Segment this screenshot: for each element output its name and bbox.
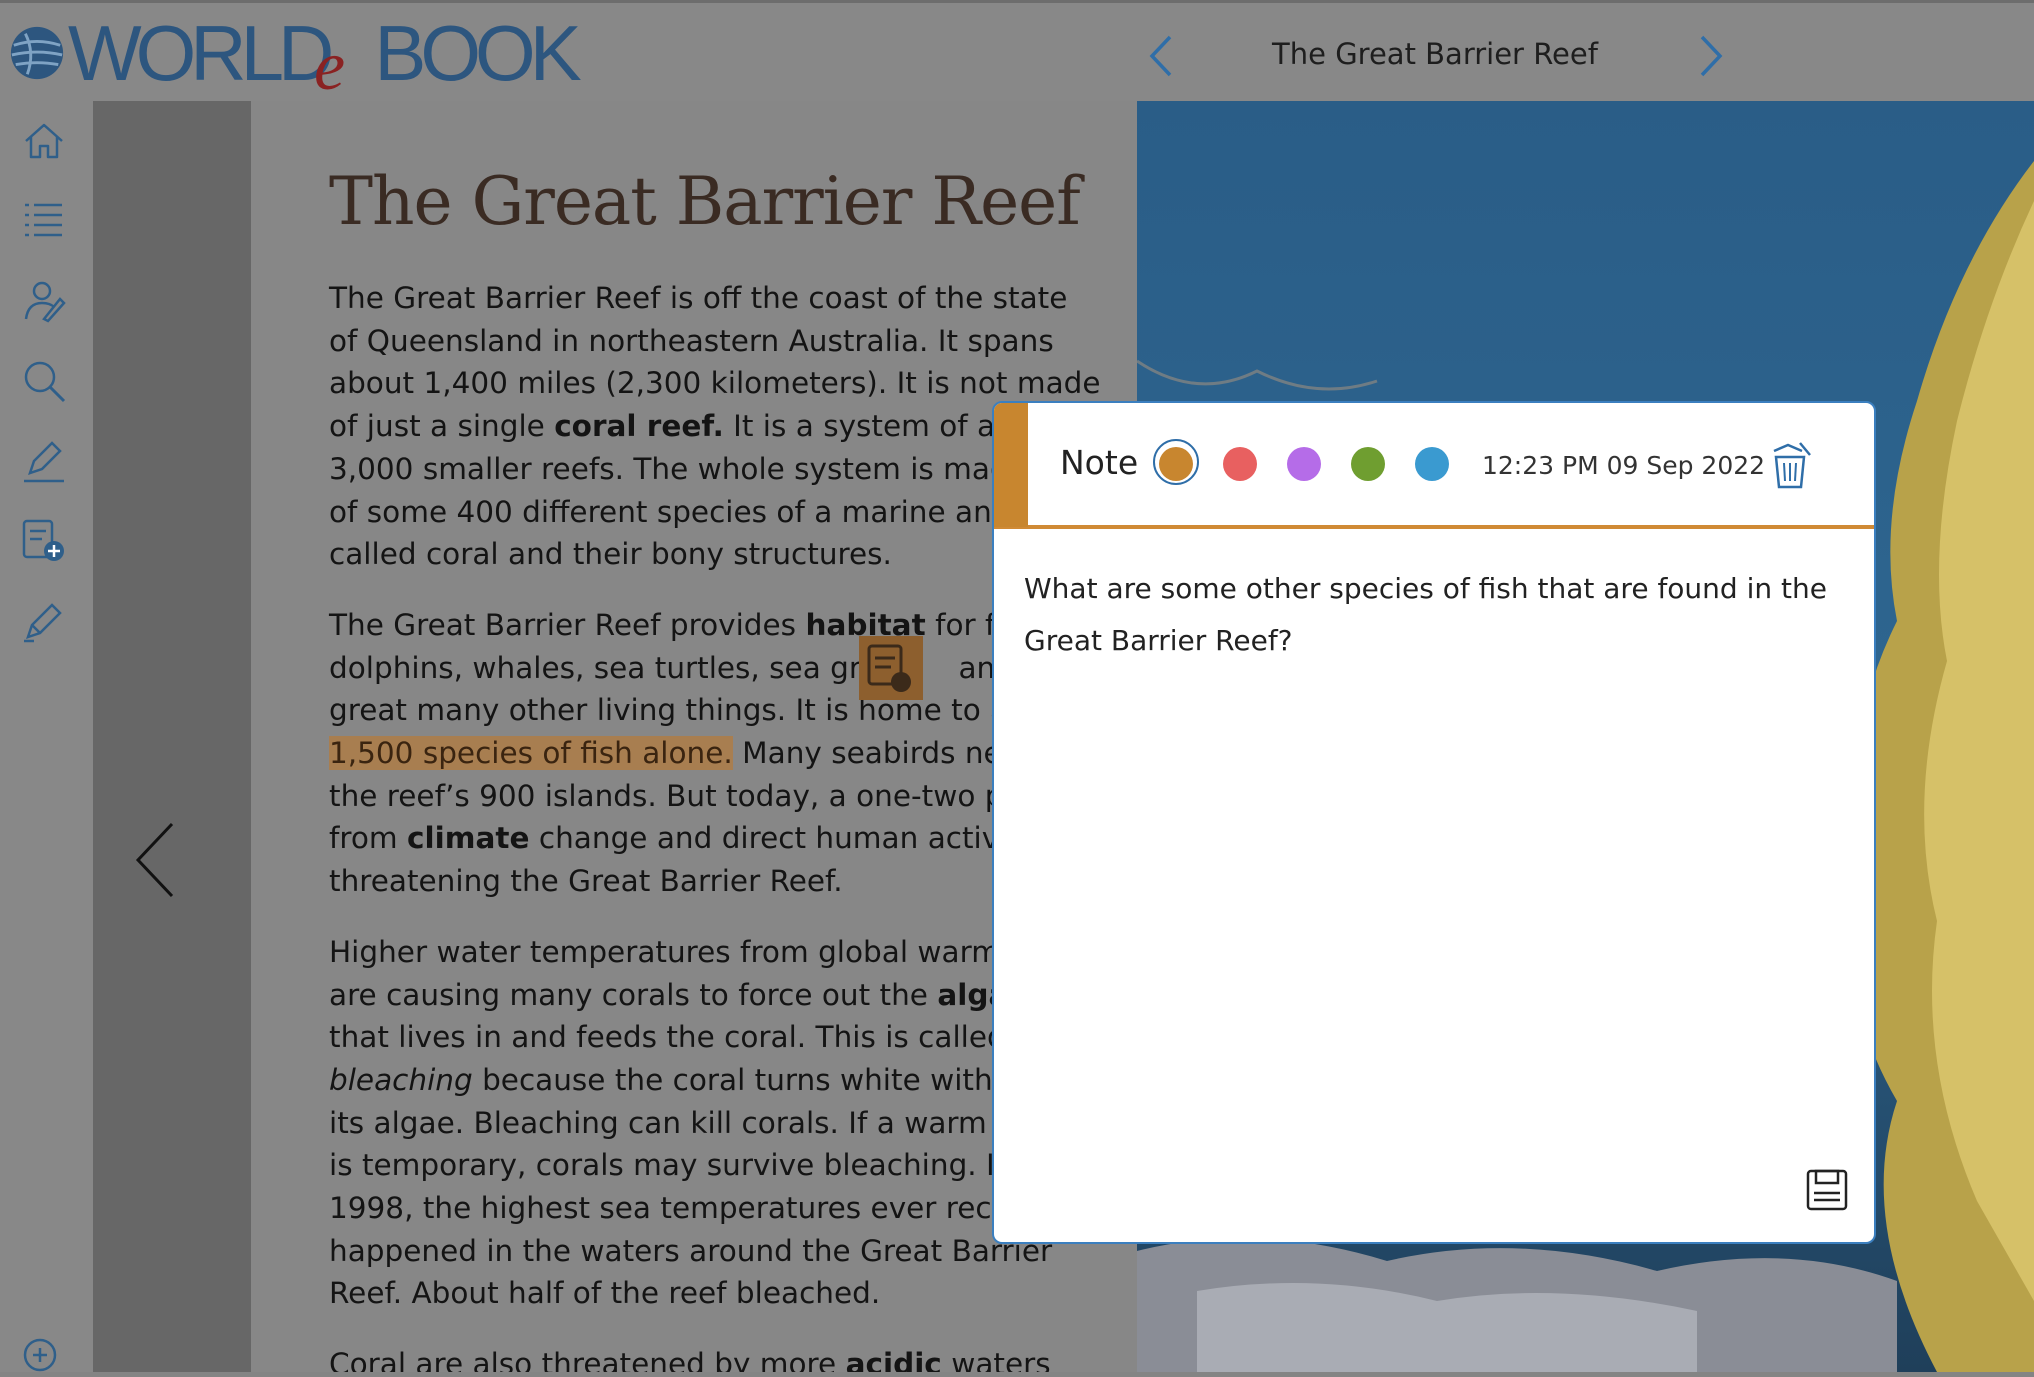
article-heading: The Great Barrier Reef xyxy=(329,163,1081,240)
home-icon[interactable] xyxy=(20,117,68,165)
next-article-icon[interactable] xyxy=(1688,31,1732,81)
color-swatch-orange[interactable] xyxy=(1159,447,1193,481)
logo-e: e xyxy=(314,28,345,105)
text-run: dolphins, whales, sea turtles, sea gras xyxy=(329,650,895,685)
text-line: of Queensland in northeastern Australia.… xyxy=(329,323,1054,358)
article-title-header: The Great Barrier Reef xyxy=(1272,37,1598,71)
globe-logo-icon xyxy=(10,26,64,80)
tool-sidebar xyxy=(0,101,93,1372)
color-swatch-blue[interactable] xyxy=(1415,447,1449,481)
world-book-logo[interactable]: WORLD BOOK e xyxy=(8,9,582,105)
color-swatch-red[interactable] xyxy=(1223,447,1257,481)
note-timestamp: 12:23 PM 09 Sep 2022 xyxy=(1482,451,1766,480)
note-popup: Note 12:23 PM 09 Sep 2022 What are some … xyxy=(992,401,1876,1244)
logo-wordmark: WORLD BOOK e xyxy=(68,9,582,105)
contents-icon[interactable] xyxy=(20,197,68,245)
text-line: about 1,400 miles (2,300 kilometers). It… xyxy=(329,366,1101,401)
italic-term-bleaching: bleaching xyxy=(329,1062,473,1097)
search-icon[interactable] xyxy=(20,357,68,405)
text-line: The Great Barrier Reef is off the coast … xyxy=(329,281,1068,315)
note-text-line: What are some other species of fish that… xyxy=(1024,572,1827,605)
note-header: Note 12:23 PM 09 Sep 2022 xyxy=(994,403,1874,529)
glossary-term-climate[interactable]: climate xyxy=(407,821,529,855)
paragraph: Coral are also threatened by more acidic… xyxy=(329,1343,1109,1372)
text-run: of just a single xyxy=(329,409,555,444)
previous-page-icon[interactable] xyxy=(130,820,180,900)
text-run: because the coral turns white withou xyxy=(472,1062,1030,1097)
note-marker-glyph-icon xyxy=(867,644,911,692)
page-gutter xyxy=(93,101,251,1372)
zoom-in-icon[interactable] xyxy=(22,1337,62,1377)
note-label: Note xyxy=(1060,443,1139,482)
top-bar: WORLD BOOK e The Great Barrier Reef xyxy=(0,0,2034,105)
highlighter-icon[interactable] xyxy=(20,597,68,645)
text-run: are causing many corals to force out the xyxy=(329,977,938,1012)
glossary-term-coral-reef[interactable]: coral reef. xyxy=(554,409,724,443)
color-swatch-purple[interactable] xyxy=(1287,447,1321,481)
text-run: change and direct human activiti xyxy=(529,821,1028,856)
reader-tools-icon[interactable] xyxy=(20,277,68,325)
save-note-icon[interactable] xyxy=(1806,1169,1848,1211)
add-note-icon[interactable] xyxy=(20,517,68,565)
text-run: Coral are also threatened by more xyxy=(329,1347,846,1372)
color-swatch-green[interactable] xyxy=(1351,447,1385,481)
note-text-area[interactable]: What are some other species of fish that… xyxy=(1024,563,1844,667)
text-run: The Great Barrier Reef provides xyxy=(329,607,806,642)
text-run: Many seabirds nest xyxy=(732,736,1029,771)
text-line: Reef. About half of the reef bleached. xyxy=(329,1276,881,1311)
previous-article-icon[interactable] xyxy=(1140,31,1184,81)
annotate-icon[interactable] xyxy=(20,437,68,485)
text-line: Coral are also threatened by more acidic… xyxy=(329,1343,1109,1372)
note-color-stripe xyxy=(994,403,1028,527)
note-marker-icon[interactable] xyxy=(859,636,923,700)
delete-note-icon[interactable] xyxy=(1766,441,1814,491)
glossary-term-acidic[interactable]: acidic xyxy=(846,1347,942,1372)
highlighted-text[interactable]: 1,500 species of fish alone. xyxy=(329,736,733,771)
text-run: from xyxy=(329,821,408,856)
note-text-line: Great Barrier Reef? xyxy=(1024,624,1293,657)
text-run: waters xyxy=(941,1347,1051,1372)
